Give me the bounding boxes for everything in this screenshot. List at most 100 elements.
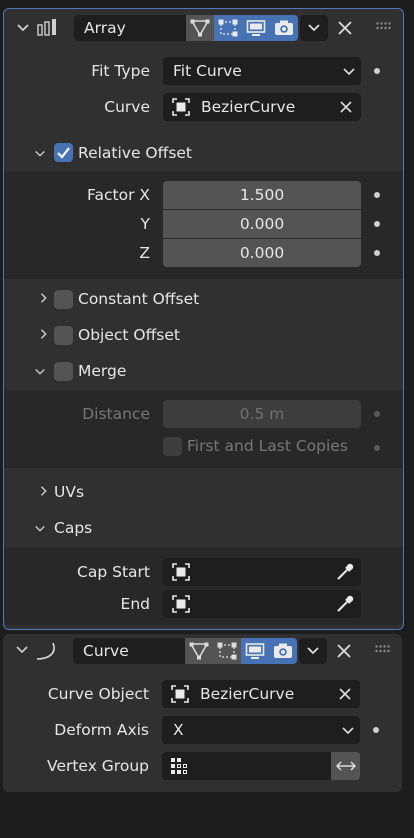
camera-icon (275, 20, 293, 35)
relative-offset-checkbox[interactable] (54, 143, 73, 162)
edit-mode-toggle[interactable] (186, 15, 214, 41)
on-cage-icon (217, 642, 237, 660)
keyframe-dot[interactable] (374, 445, 380, 451)
eyedropper-icon[interactable] (335, 594, 355, 614)
drag-handle-icon[interactable] (375, 645, 391, 653)
chevron-down-icon[interactable] (34, 148, 46, 160)
chevron-down-icon (308, 24, 320, 32)
viewport-display-toggle[interactable] (242, 15, 270, 41)
curve-object-field[interactable]: BezierCurve (163, 93, 361, 121)
array-modifier-icon (37, 19, 56, 36)
modifier-name-field[interactable]: Curve (73, 638, 185, 664)
object-icon (172, 595, 190, 613)
chevron-down-icon[interactable] (16, 23, 30, 33)
fit-type-label: Fit Type (91, 62, 150, 80)
deform-axis-label: Deform Axis (54, 721, 149, 739)
edit-mode-icon (189, 642, 209, 660)
clear-icon[interactable] (340, 101, 352, 113)
edit-mode-icon (190, 19, 210, 37)
invert-vertex-group-button[interactable] (331, 752, 360, 780)
merge-checkbox[interactable] (54, 362, 73, 381)
clear-icon[interactable] (339, 688, 351, 700)
cap-end-label: End (120, 595, 150, 613)
uvs-label: UVs (54, 483, 85, 501)
relative-offset-label: Relative Offset (78, 144, 193, 162)
curve-value: BezierCurve (201, 98, 296, 116)
keyframe-dot[interactable] (374, 411, 380, 417)
fit-type-value: Fit Curve (173, 62, 242, 80)
keyframe-dot[interactable] (374, 221, 380, 227)
cap-end-field[interactable] (163, 590, 361, 618)
curve-modifier-icon (36, 642, 55, 660)
modifier-menu-button[interactable] (300, 15, 328, 41)
merge-subpanel: Distance 0.5 m First and Last Copies (4, 390, 403, 468)
distance-field[interactable]: 0.5 m (163, 400, 361, 428)
vertex-group-icon (171, 758, 187, 774)
viewport-display-toggle[interactable] (241, 638, 269, 664)
swap-arrows-icon (335, 761, 356, 771)
on-cage-toggle[interactable] (214, 15, 242, 41)
render-toggle[interactable] (269, 638, 297, 664)
edit-mode-toggle[interactable] (185, 638, 213, 664)
chevron-right-icon[interactable] (38, 292, 50, 304)
first-last-copies-label: First and Last Copies (187, 437, 348, 455)
camera-icon (274, 643, 292, 658)
curve-label: Curve (104, 98, 150, 116)
cap-start-field[interactable] (163, 558, 361, 586)
curve-object-field[interactable]: BezierCurve (162, 680, 360, 708)
modifier-name-field[interactable]: Array (74, 15, 186, 41)
checkmark-icon (57, 147, 70, 159)
constant-offset-label: Constant Offset (78, 290, 200, 308)
merge-label: Merge (78, 362, 127, 380)
curve-object-value: BezierCurve (200, 685, 295, 703)
chevron-down-icon[interactable] (34, 366, 46, 378)
chevron-right-icon[interactable] (38, 485, 50, 497)
object-icon (171, 685, 189, 703)
factor-x-label: Factor X (87, 186, 150, 204)
chevron-right-icon[interactable] (38, 328, 50, 340)
cap-start-label: Cap Start (77, 563, 150, 581)
monitor-icon (245, 643, 265, 659)
factor-z-field[interactable]: 0.000 (163, 239, 361, 267)
vertex-group-field[interactable] (162, 752, 331, 780)
eyedropper-icon[interactable] (335, 562, 355, 582)
keyframe-dot[interactable] (374, 250, 380, 256)
object-icon (172, 563, 190, 581)
factor-y-field[interactable]: 0.000 (163, 210, 361, 238)
fit-type-dropdown[interactable]: Fit Curve (163, 57, 361, 85)
keyframe-dot[interactable] (374, 68, 380, 74)
caps-label: Caps (54, 519, 93, 537)
factor-y-label: Y (140, 215, 150, 233)
curve-modifier-panel: Curve Curve Object BezierCurve Deform Ax… (3, 634, 402, 792)
chevron-down-icon (343, 68, 355, 76)
distance-label: Distance (82, 405, 150, 423)
drag-handle-icon[interactable] (376, 22, 392, 30)
constant-offset-checkbox[interactable] (54, 290, 73, 309)
close-icon[interactable] (338, 21, 352, 35)
modifier-menu-button[interactable] (299, 638, 327, 664)
object-icon (172, 98, 190, 116)
vertex-group-label: Vertex Group (47, 757, 149, 775)
caps-subpanel: Cap Start End (4, 547, 403, 625)
factor-x-field[interactable]: 1.500 (163, 181, 361, 209)
deform-axis-value: X (173, 721, 184, 739)
close-icon[interactable] (337, 644, 351, 658)
chevron-down-icon (307, 647, 319, 655)
monitor-icon (246, 20, 266, 36)
on-cage-icon (218, 19, 238, 37)
chevron-down-icon (342, 727, 354, 735)
on-cage-toggle[interactable] (213, 638, 241, 664)
chevron-down-icon[interactable] (34, 523, 46, 535)
relative-offset-subpanel: Factor X 1.500 Y 0.000 Z 0.000 (4, 171, 403, 279)
object-offset-checkbox[interactable] (54, 326, 73, 345)
deform-axis-dropdown[interactable]: X (162, 716, 360, 744)
object-offset-label: Object Offset (78, 326, 180, 344)
array-modifier-panel: Array Fit Type Fit Curve Curve BezierCur… (3, 8, 404, 630)
render-toggle[interactable] (270, 15, 298, 41)
factor-z-label: Z (139, 244, 150, 262)
first-last-copies-checkbox[interactable] (163, 437, 182, 456)
keyframe-dot[interactable] (373, 727, 379, 733)
keyframe-dot[interactable] (374, 192, 380, 198)
curve-object-label: Curve Object (47, 685, 149, 703)
chevron-down-icon[interactable] (15, 645, 29, 655)
